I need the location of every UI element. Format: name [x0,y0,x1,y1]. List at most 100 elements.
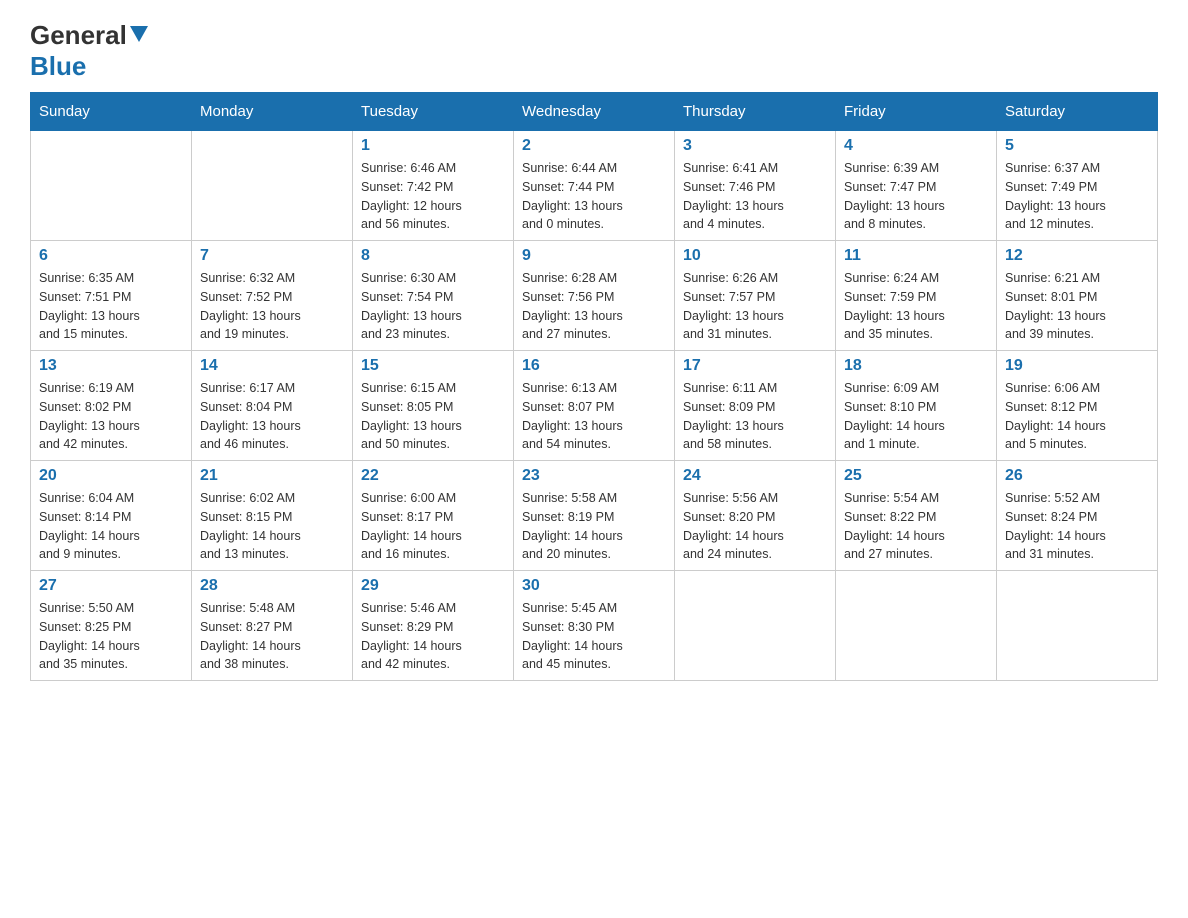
calendar-empty-cell [192,131,353,241]
calendar-day-9: 9 Sunrise: 6:28 AM Sunset: 7:56 PM Daylig… [514,241,675,351]
header-thursday: Thursday [675,93,836,131]
day-number: 22 [361,467,505,485]
logo-arrow-icon [130,26,148,49]
calendar-day-13: 13 Sunrise: 6:19 AM Sunset: 8:02 PM Dayli… [31,351,192,461]
day-number: 7 [200,247,344,265]
day-info: Sunrise: 6:35 AM Sunset: 7:51 PM Dayligh… [39,269,183,344]
day-number: 12 [1005,247,1149,265]
calendar-day-5: 5Sunrise: 6:37 AM Sunset: 7:49 PM Daylig… [997,131,1158,241]
day-info: Sunrise: 6:44 AM Sunset: 7:44 PM Dayligh… [522,159,666,234]
calendar-day-4: 4Sunrise: 6:39 AM Sunset: 7:47 PM Daylig… [836,131,997,241]
calendar-empty-cell [31,131,192,241]
day-number: 20 [39,467,183,485]
day-number: 10 [683,247,827,265]
day-number: 13 [39,357,183,375]
calendar-day-8: 8 Sunrise: 6:30 AM Sunset: 7:54 PM Daylig… [353,241,514,351]
calendar-day-18: 18 Sunrise: 6:09 AM Sunset: 8:10 PM Dayli… [836,351,997,461]
day-number: 28 [200,577,344,595]
day-info: Sunrise: 6:00 AM Sunset: 8:17 PM Dayligh… [361,489,505,564]
calendar-day-19: 19 Sunrise: 6:06 AM Sunset: 8:12 PM Dayli… [997,351,1158,461]
day-info: Sunrise: 6:24 AM Sunset: 7:59 PM Dayligh… [844,269,988,344]
logo: General Blue [30,20,148,82]
day-number: 1 [361,137,505,155]
logo-general-text: General [30,20,127,51]
day-info: Sunrise: 6:06 AM Sunset: 8:12 PM Dayligh… [1005,379,1149,454]
day-info: Sunrise: 6:26 AM Sunset: 7:57 PM Dayligh… [683,269,827,344]
header-sunday: Sunday [31,93,192,131]
day-info: Sunrise: 6:41 AM Sunset: 7:46 PM Dayligh… [683,159,827,234]
day-number: 14 [200,357,344,375]
calendar-table: SundayMondayTuesdayWednesdayThursdayFrid… [30,92,1158,681]
day-info: Sunrise: 5:46 AM Sunset: 8:29 PM Dayligh… [361,599,505,674]
day-info: Sunrise: 6:21 AM Sunset: 8:01 PM Dayligh… [1005,269,1149,344]
calendar-day-11: 11 Sunrise: 6:24 AM Sunset: 7:59 PM Dayli… [836,241,997,351]
page-header: General Blue [30,20,1158,82]
calendar-day-17: 17 Sunrise: 6:11 AM Sunset: 8:09 PM Dayli… [675,351,836,461]
day-number: 16 [522,357,666,375]
day-number: 9 [522,247,666,265]
day-number: 11 [844,247,988,265]
day-number: 3 [683,137,827,155]
day-info: Sunrise: 6:19 AM Sunset: 8:02 PM Dayligh… [39,379,183,454]
day-number: 29 [361,577,505,595]
day-number: 6 [39,247,183,265]
calendar-day-12: 12 Sunrise: 6:21 AM Sunset: 8:01 PM Dayli… [997,241,1158,351]
calendar-day-7: 7Sunrise: 6:32 AM Sunset: 7:52 PM Daylig… [192,241,353,351]
day-info: Sunrise: 6:17 AM Sunset: 8:04 PM Dayligh… [200,379,344,454]
calendar-day-16: 16 Sunrise: 6:13 AM Sunset: 8:07 PM Dayli… [514,351,675,461]
day-info: Sunrise: 5:48 AM Sunset: 8:27 PM Dayligh… [200,599,344,674]
calendar-day-29: 29 Sunrise: 5:46 AM Sunset: 8:29 PM Dayli… [353,571,514,681]
day-number: 19 [1005,357,1149,375]
calendar-day-1: 1Sunrise: 6:46 AM Sunset: 7:42 PM Daylig… [353,131,514,241]
logo-blue-text: Blue [30,51,86,82]
day-info: Sunrise: 5:52 AM Sunset: 8:24 PM Dayligh… [1005,489,1149,564]
day-number: 4 [844,137,988,155]
calendar-day-3: 3 Sunrise: 6:41 AM Sunset: 7:46 PM Daylig… [675,131,836,241]
day-number: 23 [522,467,666,485]
day-info: Sunrise: 6:11 AM Sunset: 8:09 PM Dayligh… [683,379,827,454]
calendar-week-row: 1Sunrise: 6:46 AM Sunset: 7:42 PM Daylig… [31,131,1158,241]
day-info: Sunrise: 5:54 AM Sunset: 8:22 PM Dayligh… [844,489,988,564]
calendar-day-23: 23 Sunrise: 5:58 AM Sunset: 8:19 PM Dayli… [514,461,675,571]
calendar-header-row: SundayMondayTuesdayWednesdayThursdayFrid… [31,93,1158,131]
day-number: 27 [39,577,183,595]
day-info: Sunrise: 5:58 AM Sunset: 8:19 PM Dayligh… [522,489,666,564]
day-info: Sunrise: 6:04 AM Sunset: 8:14 PM Dayligh… [39,489,183,564]
day-number: 30 [522,577,666,595]
calendar-day-2: 2 Sunrise: 6:44 AM Sunset: 7:44 PM Daylig… [514,131,675,241]
day-info: Sunrise: 6:28 AM Sunset: 7:56 PM Dayligh… [522,269,666,344]
calendar-day-26: 26Sunrise: 5:52 AM Sunset: 8:24 PM Dayli… [997,461,1158,571]
calendar-week-row: 20 Sunrise: 6:04 AM Sunset: 8:14 PM Dayli… [31,461,1158,571]
header-friday: Friday [836,93,997,131]
day-info: Sunrise: 6:13 AM Sunset: 8:07 PM Dayligh… [522,379,666,454]
header-monday: Monday [192,93,353,131]
day-info: Sunrise: 5:50 AM Sunset: 8:25 PM Dayligh… [39,599,183,674]
header-wednesday: Wednesday [514,93,675,131]
day-info: Sunrise: 6:09 AM Sunset: 8:10 PM Dayligh… [844,379,988,454]
header-saturday: Saturday [997,93,1158,131]
calendar-day-6: 6 Sunrise: 6:35 AM Sunset: 7:51 PM Daylig… [31,241,192,351]
calendar-week-row: 6 Sunrise: 6:35 AM Sunset: 7:51 PM Daylig… [31,241,1158,351]
calendar-day-21: 21 Sunrise: 6:02 AM Sunset: 8:15 PM Dayli… [192,461,353,571]
calendar-day-22: 22 Sunrise: 6:00 AM Sunset: 8:17 PM Dayli… [353,461,514,571]
header-tuesday: Tuesday [353,93,514,131]
day-number: 8 [361,247,505,265]
day-number: 5 [1005,137,1149,155]
day-info: Sunrise: 6:30 AM Sunset: 7:54 PM Dayligh… [361,269,505,344]
day-info: Sunrise: 6:02 AM Sunset: 8:15 PM Dayligh… [200,489,344,564]
day-number: 17 [683,357,827,375]
day-number: 21 [200,467,344,485]
day-info: Sunrise: 5:56 AM Sunset: 8:20 PM Dayligh… [683,489,827,564]
calendar-empty-cell [675,571,836,681]
calendar-day-28: 28 Sunrise: 5:48 AM Sunset: 8:27 PM Dayli… [192,571,353,681]
calendar-empty-cell [997,571,1158,681]
calendar-day-15: 15Sunrise: 6:15 AM Sunset: 8:05 PM Dayli… [353,351,514,461]
calendar-day-24: 24Sunrise: 5:56 AM Sunset: 8:20 PM Dayli… [675,461,836,571]
day-number: 25 [844,467,988,485]
day-number: 15 [361,357,505,375]
calendar-day-27: 27 Sunrise: 5:50 AM Sunset: 8:25 PM Dayli… [31,571,192,681]
calendar-day-25: 25 Sunrise: 5:54 AM Sunset: 8:22 PM Dayli… [836,461,997,571]
calendar-week-row: 13 Sunrise: 6:19 AM Sunset: 8:02 PM Dayli… [31,351,1158,461]
day-number: 2 [522,137,666,155]
day-number: 18 [844,357,988,375]
